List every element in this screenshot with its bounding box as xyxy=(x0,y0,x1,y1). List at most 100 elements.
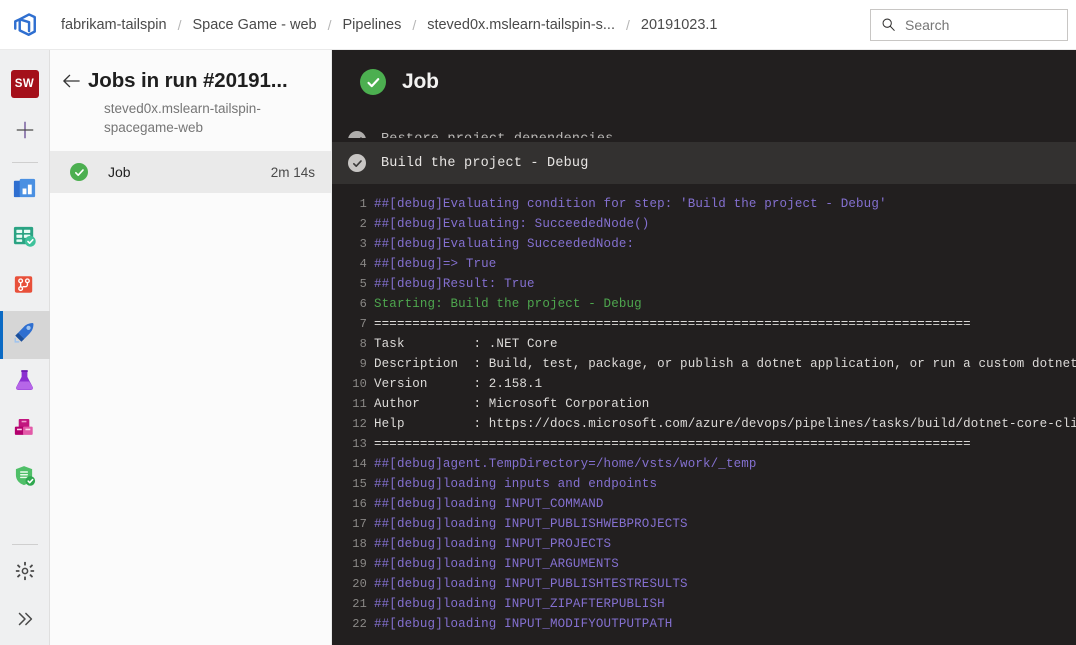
log-line-number: 21 xyxy=(352,597,367,611)
log-line: 7 =======================================… xyxy=(332,314,1076,334)
log-line-number: 18 xyxy=(352,537,367,551)
previous-step-title: Restore project dependencies xyxy=(381,131,613,138)
breadcrumb-item-pipelines[interactable]: Pipelines xyxy=(342,15,401,35)
log-line: 12 Help : https://docs.microsoft.com/azur… xyxy=(332,414,1076,434)
sidebar-item-repos[interactable] xyxy=(0,263,50,311)
shield-check-icon xyxy=(11,463,38,495)
azure-devops-pipeline-log-page: fabrikam-tailspin / Space Game - web / P… xyxy=(0,0,1076,645)
log-line: 11 Author : Microsoft Corporation xyxy=(332,394,1076,414)
log-line: 18 ##[debug]loading INPUT_PROJECTS xyxy=(332,534,1076,554)
breadcrumb-item-org[interactable]: fabrikam-tailspin xyxy=(61,15,167,35)
log-line: 19 ##[debug]loading INPUT_ARGUMENTS xyxy=(332,554,1076,574)
log-panel: Job Restore project dependencies xyxy=(332,50,1076,645)
breadcrumb: fabrikam-tailspin / Space Game - web / P… xyxy=(50,15,856,35)
log-line: 22 ##[debug]loading INPUT_MODIFYOUTPUTPAT… xyxy=(332,614,1076,634)
page-title: Jobs in run #20191... xyxy=(88,69,288,92)
log-line-number: 9 xyxy=(359,357,367,371)
log-line-text: ##[debug]Evaluating SucceededNode: xyxy=(374,237,635,251)
sidebar-item-test-plans[interactable] xyxy=(0,359,50,407)
log-line: 21 ##[debug]loading INPUT_ZIPAFTERPUBLISH xyxy=(332,594,1076,614)
jobs-panel-header: Jobs in run #20191... steved0x.mslearn-t… xyxy=(50,50,331,151)
log-line: 15 ##[debug]loading inputs and endpoints xyxy=(332,474,1076,494)
check-circle-success-icon xyxy=(70,163,88,181)
breadcrumb-item-run[interactable]: 20191023.1 xyxy=(641,15,718,35)
log-line: 13 ======================================… xyxy=(332,434,1076,454)
boards-icon xyxy=(11,223,38,255)
sidebar-item-expand[interactable] xyxy=(0,597,50,645)
back-button[interactable] xyxy=(62,68,88,94)
jobs-panel: Jobs in run #20191... steved0x.mslearn-t… xyxy=(50,50,332,645)
breadcrumb-separator: / xyxy=(327,16,332,33)
log-line-number: 15 xyxy=(352,477,367,491)
log-line-number: 5 xyxy=(359,277,367,291)
left-navigation-rail: SW xyxy=(0,50,50,645)
search-icon xyxy=(881,17,896,32)
arrow-left-icon xyxy=(62,73,81,94)
log-line: 3 ##[debug]Evaluating SucceededNode: xyxy=(332,234,1076,254)
log-line-text: ##[debug]Evaluating condition for step: … xyxy=(374,197,887,211)
step-row-build-the-project-debug[interactable]: Build the project - Debug xyxy=(332,142,1076,184)
job-list-item[interactable]: Job 2m 14s xyxy=(50,151,331,193)
log-line-text: ##[debug]Evaluating: SucceededNode() xyxy=(374,217,650,231)
log-line-text: Description : Build, test, package, or p… xyxy=(374,357,1076,371)
log-line-text: ##[debug]loading INPUT_PUBLISHWEBPROJECT… xyxy=(374,517,688,531)
breadcrumb-item-pipeline[interactable]: steved0x.mslearn-tailspin-s... xyxy=(427,15,615,35)
check-circle-gray-icon xyxy=(348,131,366,138)
log-line: 1 ##[debug]Evaluating condition for step:… xyxy=(332,194,1076,214)
log-line: 8 Task : .NET Core xyxy=(332,334,1076,354)
sidebar-item-overview[interactable] xyxy=(0,167,50,215)
search-input[interactable] xyxy=(905,16,1059,33)
search-box[interactable] xyxy=(870,8,1068,41)
chevron-double-right-icon xyxy=(14,608,36,635)
page-body: SW Jobs in run #20191... steved0x.mslear… xyxy=(0,50,1076,645)
sidebar-item-new[interactable] xyxy=(0,108,50,156)
azure-devops-logo-icon[interactable] xyxy=(0,0,50,50)
log-line-text: ##[debug]Result: True xyxy=(374,277,535,291)
log-line: 10 Version : 2.158.1 xyxy=(332,374,1076,394)
breadcrumb-separator: / xyxy=(625,16,630,33)
log-line-number: 22 xyxy=(352,617,367,631)
log-line-text: Task : .NET Core xyxy=(374,337,558,351)
log-line-text: Starting: Build the project - Debug xyxy=(374,297,642,311)
sidebar-item-project-settings[interactable] xyxy=(0,549,50,597)
previous-step-row-clipped[interactable]: Restore project dependencies xyxy=(332,114,1076,138)
test-plans-icon xyxy=(11,367,38,399)
log-line-number: 3 xyxy=(359,237,367,251)
repos-icon xyxy=(11,271,38,303)
log-header: Job xyxy=(332,50,1076,114)
log-line-number: 4 xyxy=(359,257,367,271)
log-line-text: Help : https://docs.microsoft.com/azure/… xyxy=(374,417,1076,431)
log-line: 9 Description : Build, test, package, or … xyxy=(332,354,1076,374)
pipeline-subtitle: steved0x.mslearn-tailspin-spacegame-web xyxy=(104,101,261,135)
breadcrumb-separator: / xyxy=(412,16,417,33)
log-line-number: 12 xyxy=(352,417,367,431)
log-line: 6 Starting: Build the project - Debug xyxy=(332,294,1076,314)
sidebar-item-boards[interactable] xyxy=(0,215,50,263)
log-line-text: ##[debug]=> True xyxy=(374,257,497,271)
log-line-text: Version : 2.158.1 xyxy=(374,377,543,391)
rail-divider xyxy=(11,162,38,163)
log-line-text: ##[debug]loading INPUT_ZIPAFTERPUBLISH xyxy=(374,597,665,611)
log-scroll-region[interactable]: Restore project dependencies Build the p… xyxy=(332,114,1076,645)
sidebar-item-advanced-security[interactable] xyxy=(0,455,50,503)
breadcrumb-separator: / xyxy=(177,16,182,33)
log-line-number: 8 xyxy=(359,337,367,351)
sidebar-item-avatar[interactable]: SW xyxy=(0,60,50,108)
log-line-text: ========================================… xyxy=(374,317,971,331)
log-line: 5 ##[debug]Result: True xyxy=(332,274,1076,294)
search-container xyxy=(870,8,1068,41)
log-line-text: ========================================… xyxy=(374,437,971,451)
log-line-text: ##[debug]agent.TempDirectory=/home/vsts/… xyxy=(374,457,757,471)
log-line-number: 6 xyxy=(359,297,367,311)
sidebar-item-pipelines[interactable] xyxy=(0,311,50,359)
check-circle-success-icon xyxy=(360,69,386,95)
log-line-text: ##[debug]loading INPUT_ARGUMENTS xyxy=(374,557,619,571)
breadcrumb-item-project[interactable]: Space Game - web xyxy=(192,15,316,35)
log-header-title: Job xyxy=(402,70,439,93)
job-name: Job xyxy=(108,164,131,180)
pipelines-icon xyxy=(11,319,38,351)
sidebar-item-artifacts[interactable] xyxy=(0,407,50,455)
log-line-number: 13 xyxy=(352,437,367,451)
step-title: Build the project - Debug xyxy=(381,155,589,171)
overview-icon xyxy=(11,175,38,207)
